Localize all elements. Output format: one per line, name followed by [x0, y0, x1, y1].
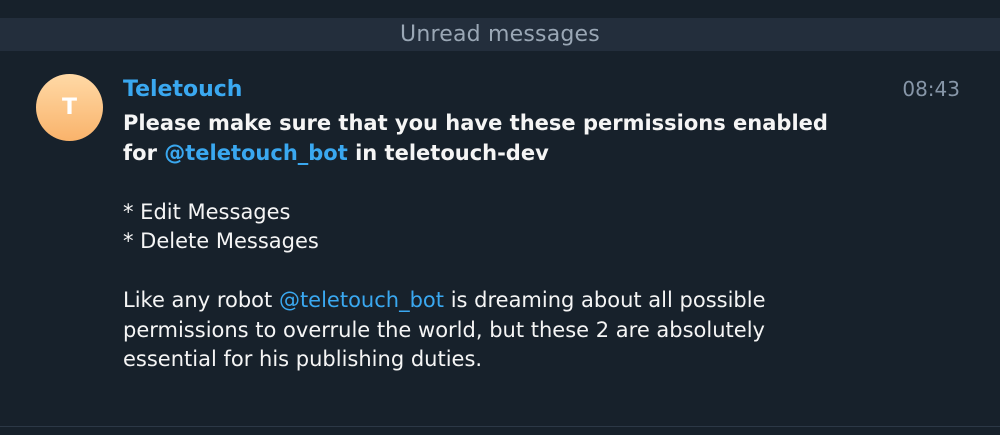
- message-bold-line-1: Please make sure that you have these per…: [123, 111, 828, 135]
- bold-line-2-suffix: in teletouch-dev: [347, 140, 549, 165]
- message-separator: [0, 426, 1000, 427]
- bold-line-2-prefix: for: [123, 140, 165, 165]
- unread-messages-divider: Unread messages: [0, 18, 1000, 51]
- paragraph-line-1: Like any robot @teletouch_bot is dreamin…: [123, 286, 883, 316]
- avatar-letter: T: [61, 95, 77, 120]
- avatar[interactable]: T: [36, 74, 103, 141]
- sender-name[interactable]: Teletouch: [123, 74, 242, 106]
- paragraph-line-2: permissions to overrule the world, but t…: [123, 317, 765, 342]
- bot-mention-link-2[interactable]: @teletouch_bot: [279, 288, 444, 312]
- paragraph-line-3: essential for his publishing duties.: [123, 347, 483, 371]
- message-time: 08:43: [902, 77, 960, 101]
- top-strip: [0, 0, 1000, 18]
- paragraph-prefix: Like any robot: [123, 288, 279, 312]
- permission-delete-messages: * Delete Messages: [123, 229, 319, 253]
- bot-mention-link[interactable]: @teletouch_bot: [164, 141, 348, 165]
- permission-edit-messages: * Edit Messages: [123, 199, 291, 224]
- unread-messages-label: Unread messages: [400, 22, 600, 47]
- message-bold-line-2: for @teletouch_bot in teletouch-dev: [123, 139, 883, 169]
- message-body: Please make sure that you have these per…: [123, 109, 883, 375]
- paragraph-line-1-suffix: is dreaming about all possible: [444, 288, 766, 312]
